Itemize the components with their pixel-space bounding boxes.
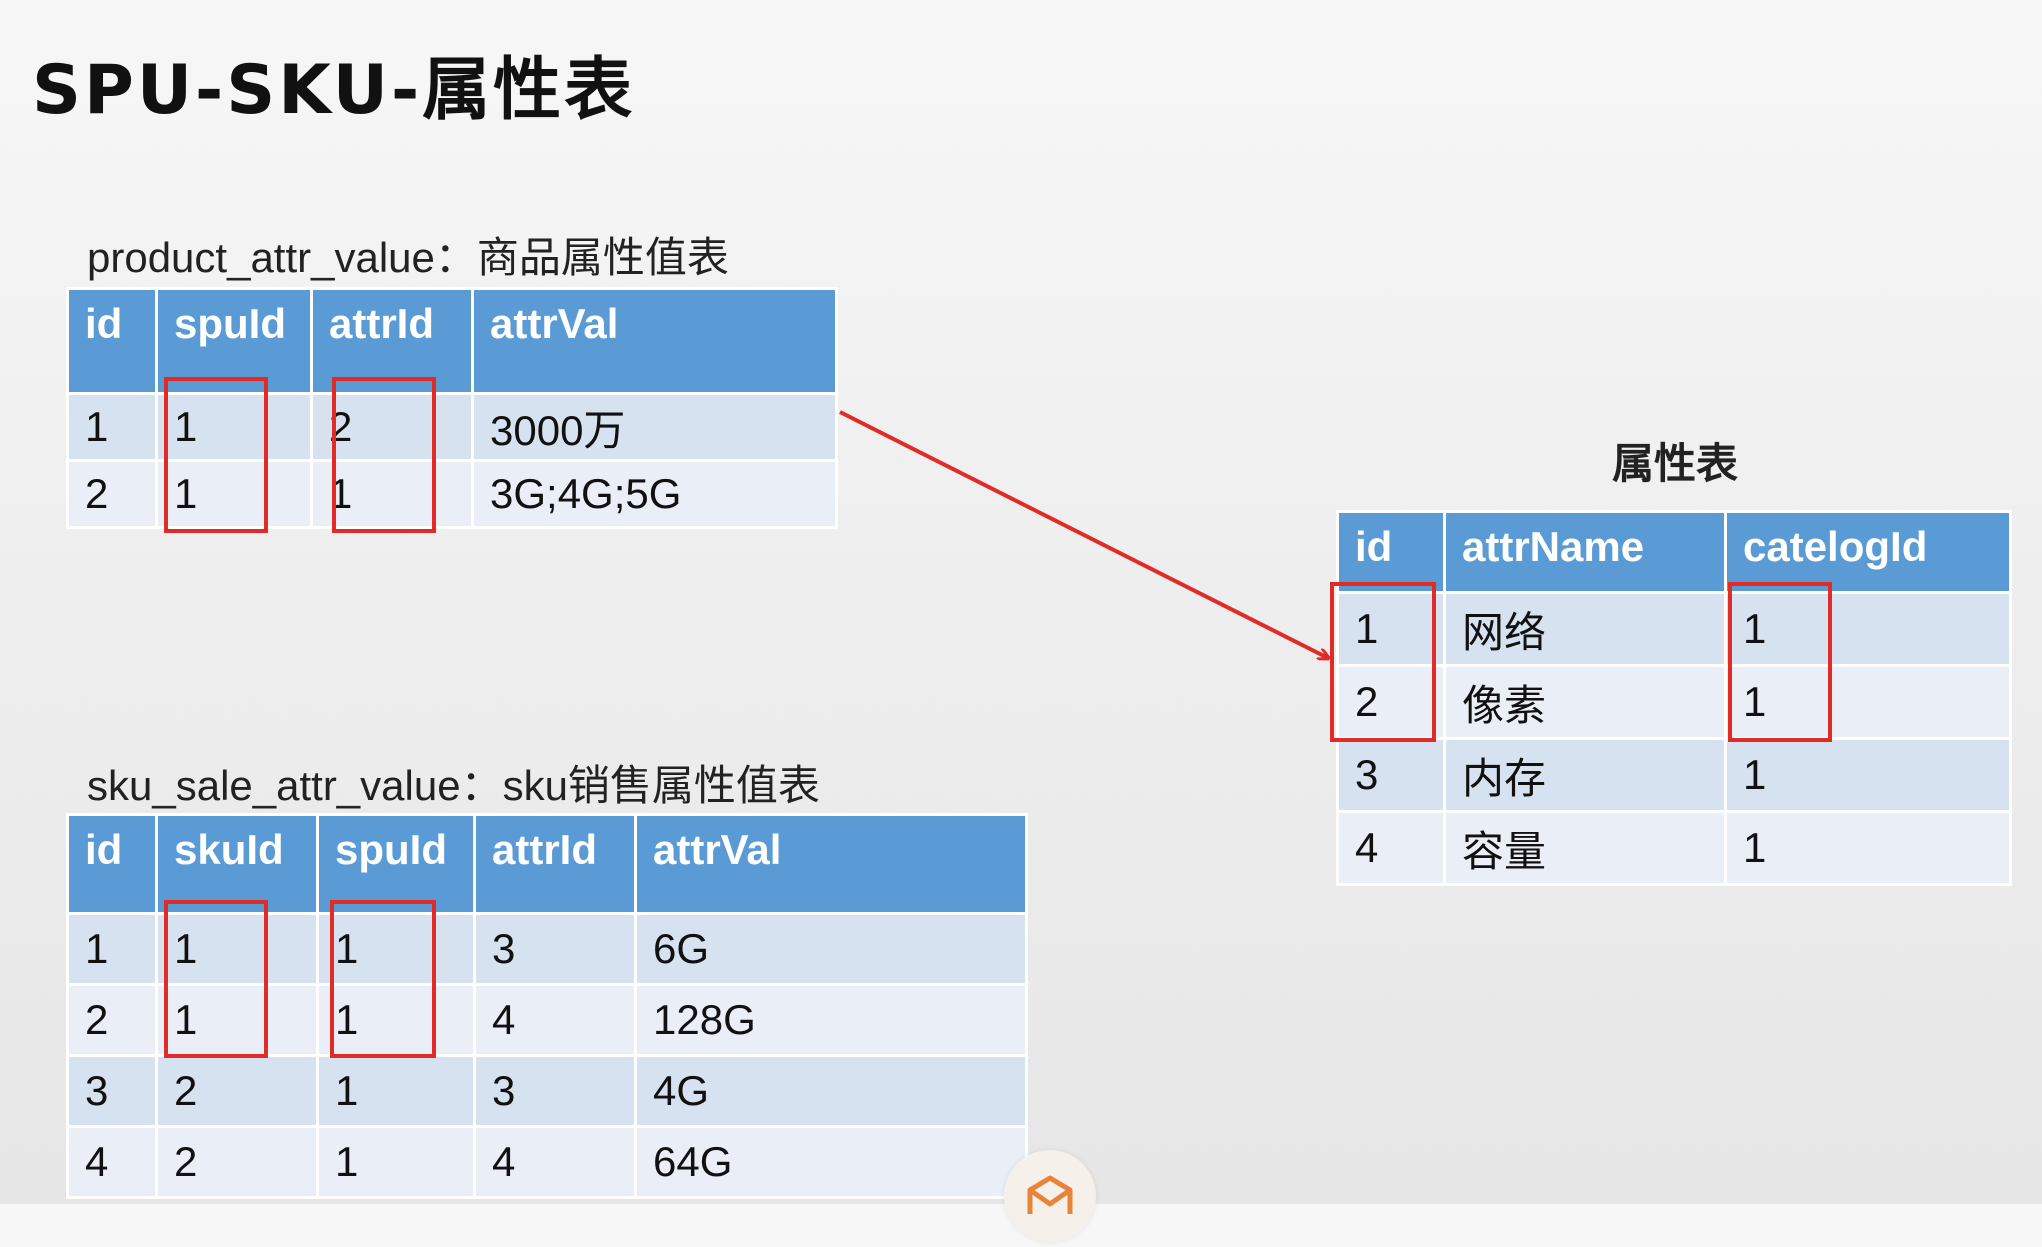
relation-arrow — [839, 410, 2042, 1204]
watermark-logo — [1004, 1150, 1096, 1242]
logo-icon — [1027, 1175, 1073, 1214]
